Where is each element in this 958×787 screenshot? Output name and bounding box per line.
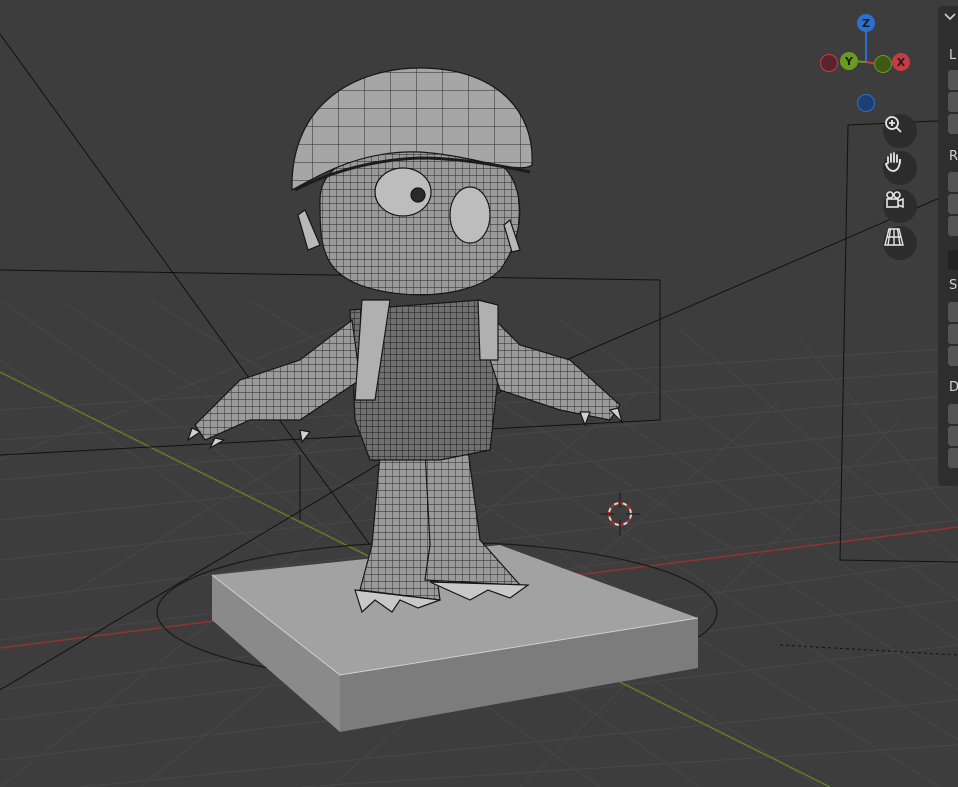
gizmo-x-axis[interactable]: X bbox=[892, 53, 910, 71]
field[interactable] bbox=[948, 70, 958, 90]
field[interactable] bbox=[948, 302, 958, 322]
sidebar-panel[interactable]: L R S D bbox=[938, 6, 958, 486]
section-label-l: L bbox=[949, 48, 957, 63]
ortho-toggle-button[interactable] bbox=[883, 226, 917, 260]
zoom-button[interactable] bbox=[883, 114, 917, 148]
gizmo-z-axis[interactable]: Z bbox=[857, 14, 875, 32]
camera-view-button[interactable] bbox=[883, 189, 917, 223]
field[interactable] bbox=[948, 92, 958, 112]
hand-pan-icon bbox=[884, 152, 901, 172]
field[interactable] bbox=[948, 216, 958, 236]
camera-icon bbox=[886, 191, 904, 209]
section-label-s: S bbox=[949, 278, 958, 293]
pan-button[interactable] bbox=[883, 151, 917, 185]
navigation-gizmo[interactable]: Z Y X bbox=[815, 10, 925, 120]
field[interactable] bbox=[948, 404, 958, 424]
3d-cursor bbox=[600, 492, 640, 536]
field[interactable] bbox=[948, 114, 958, 134]
zoom-icon bbox=[885, 116, 902, 133]
field[interactable] bbox=[948, 250, 958, 270]
character-mesh bbox=[186, 67, 624, 614]
3d-viewport[interactable]: Z Y X L R S D bbox=[0, 0, 958, 787]
field[interactable] bbox=[948, 194, 958, 214]
ortho-grid-icon bbox=[884, 228, 904, 246]
field[interactable] bbox=[948, 324, 958, 344]
field[interactable] bbox=[948, 172, 958, 192]
field[interactable] bbox=[948, 448, 958, 468]
gizmo-neg-x-axis[interactable] bbox=[820, 54, 838, 72]
gizmo-neg-z-axis[interactable] bbox=[857, 94, 875, 112]
field[interactable] bbox=[948, 426, 958, 446]
field[interactable] bbox=[948, 346, 958, 366]
section-label-d: D bbox=[949, 380, 958, 395]
section-label-r: R bbox=[949, 149, 958, 164]
gizmo-y-axis[interactable]: Y bbox=[840, 52, 858, 70]
gizmo-neg-y-axis[interactable] bbox=[874, 55, 892, 73]
